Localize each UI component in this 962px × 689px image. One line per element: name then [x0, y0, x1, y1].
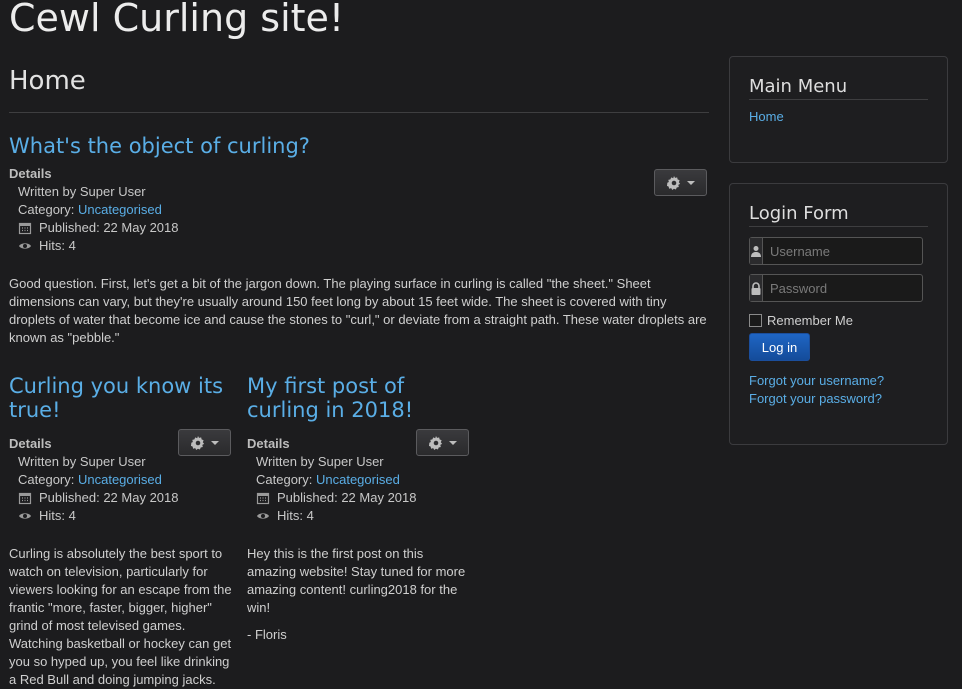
- remember-me-checkbox[interactable]: [749, 314, 762, 327]
- gear-icon: [428, 435, 442, 450]
- menu-item-home[interactable]: Home: [749, 109, 784, 124]
- article-title[interactable]: Curling you know its true!: [9, 374, 233, 422]
- article-title-link[interactable]: Curling you know its true!: [9, 374, 223, 422]
- main-content: Home What's the object of curling? Detai…: [9, 66, 709, 687]
- article-hits: Hits: 4: [247, 507, 471, 525]
- category-link[interactable]: Uncategorised: [78, 201, 162, 219]
- article-title-link[interactable]: My first post of curling in 2018!: [247, 374, 413, 422]
- page-heading: Home: [9, 66, 709, 113]
- article-tools-button[interactable]: [654, 169, 707, 196]
- caret-down-icon: [210, 440, 219, 445]
- forgot-password-link[interactable]: Forgot your password?: [749, 391, 882, 406]
- category-link[interactable]: Uncategorised: [316, 471, 400, 489]
- article-category: Category: Uncategorised: [18, 201, 162, 219]
- password-input[interactable]: [763, 275, 953, 301]
- calendar-icon: [256, 492, 270, 505]
- caret-down-icon: [448, 440, 457, 445]
- article-category: Category: Uncategorised: [256, 471, 400, 489]
- category-link[interactable]: Uncategorised: [78, 471, 162, 489]
- site-title: Cewl Curling site!: [9, 0, 345, 40]
- login-form-module: Login Form Remember Me Log in Forgot you…: [729, 183, 953, 445]
- article-hits: Hits: 4: [9, 507, 233, 525]
- article-published: Published: 22 May 2018: [9, 489, 233, 507]
- calendar-icon: [18, 492, 32, 505]
- eye-icon: [19, 513, 31, 519]
- login-form-title: Login Form: [749, 203, 928, 227]
- details-label: Details: [9, 166, 52, 181]
- article-tools-button[interactable]: [416, 429, 469, 456]
- calendar-icon: [18, 222, 32, 235]
- article-details: Details Written by Super User Category: …: [9, 165, 709, 255]
- username-input[interactable]: [763, 238, 953, 264]
- article-body: Curling is absolutely the best sport to …: [9, 546, 232, 687]
- gear-icon: [666, 175, 680, 190]
- eye-icon: [19, 243, 31, 249]
- article-author: Written by Super User: [18, 184, 146, 199]
- article-title[interactable]: My first post of curling in 2018!: [247, 374, 471, 422]
- article-hits: Hits: 4: [9, 237, 709, 255]
- article-category: Category: Uncategorised: [18, 471, 162, 489]
- article-body: Hey this is the first post on this amazi…: [247, 545, 471, 644]
- article-tools-button[interactable]: [178, 429, 231, 456]
- article-signature: - Floris: [247, 627, 287, 642]
- main-menu-module: Main Menu Home: [729, 56, 948, 163]
- caret-down-icon: [686, 180, 695, 185]
- article-published: Published: 22 May 2018: [247, 489, 471, 507]
- remember-me-label: Remember Me: [767, 313, 853, 328]
- lock-icon: [750, 275, 763, 301]
- gear-icon: [190, 435, 204, 450]
- main-menu-title: Main Menu: [749, 76, 928, 100]
- article-intro-2: My first post of curling in 2018! Detail…: [247, 374, 471, 644]
- eye-icon: [257, 513, 269, 519]
- article-published: Published: 22 May 2018: [9, 219, 709, 237]
- username-field: [749, 237, 953, 265]
- article-body: Good question. First, let's get a bit of…: [9, 276, 707, 345]
- login-button[interactable]: Log in: [749, 333, 810, 361]
- article-title[interactable]: What's the object of curling?: [9, 134, 709, 158]
- article-intro-1: Curling you know its true! Details Writt…: [9, 374, 233, 689]
- user-icon: [750, 238, 763, 264]
- password-field: [749, 274, 953, 302]
- article-leading: What's the object of curling? Details Wr…: [9, 134, 709, 347]
- remember-me[interactable]: Remember Me: [749, 313, 853, 328]
- article-title-link[interactable]: What's the object of curling?: [9, 134, 310, 158]
- forgot-username-link[interactable]: Forgot your username?: [749, 373, 884, 388]
